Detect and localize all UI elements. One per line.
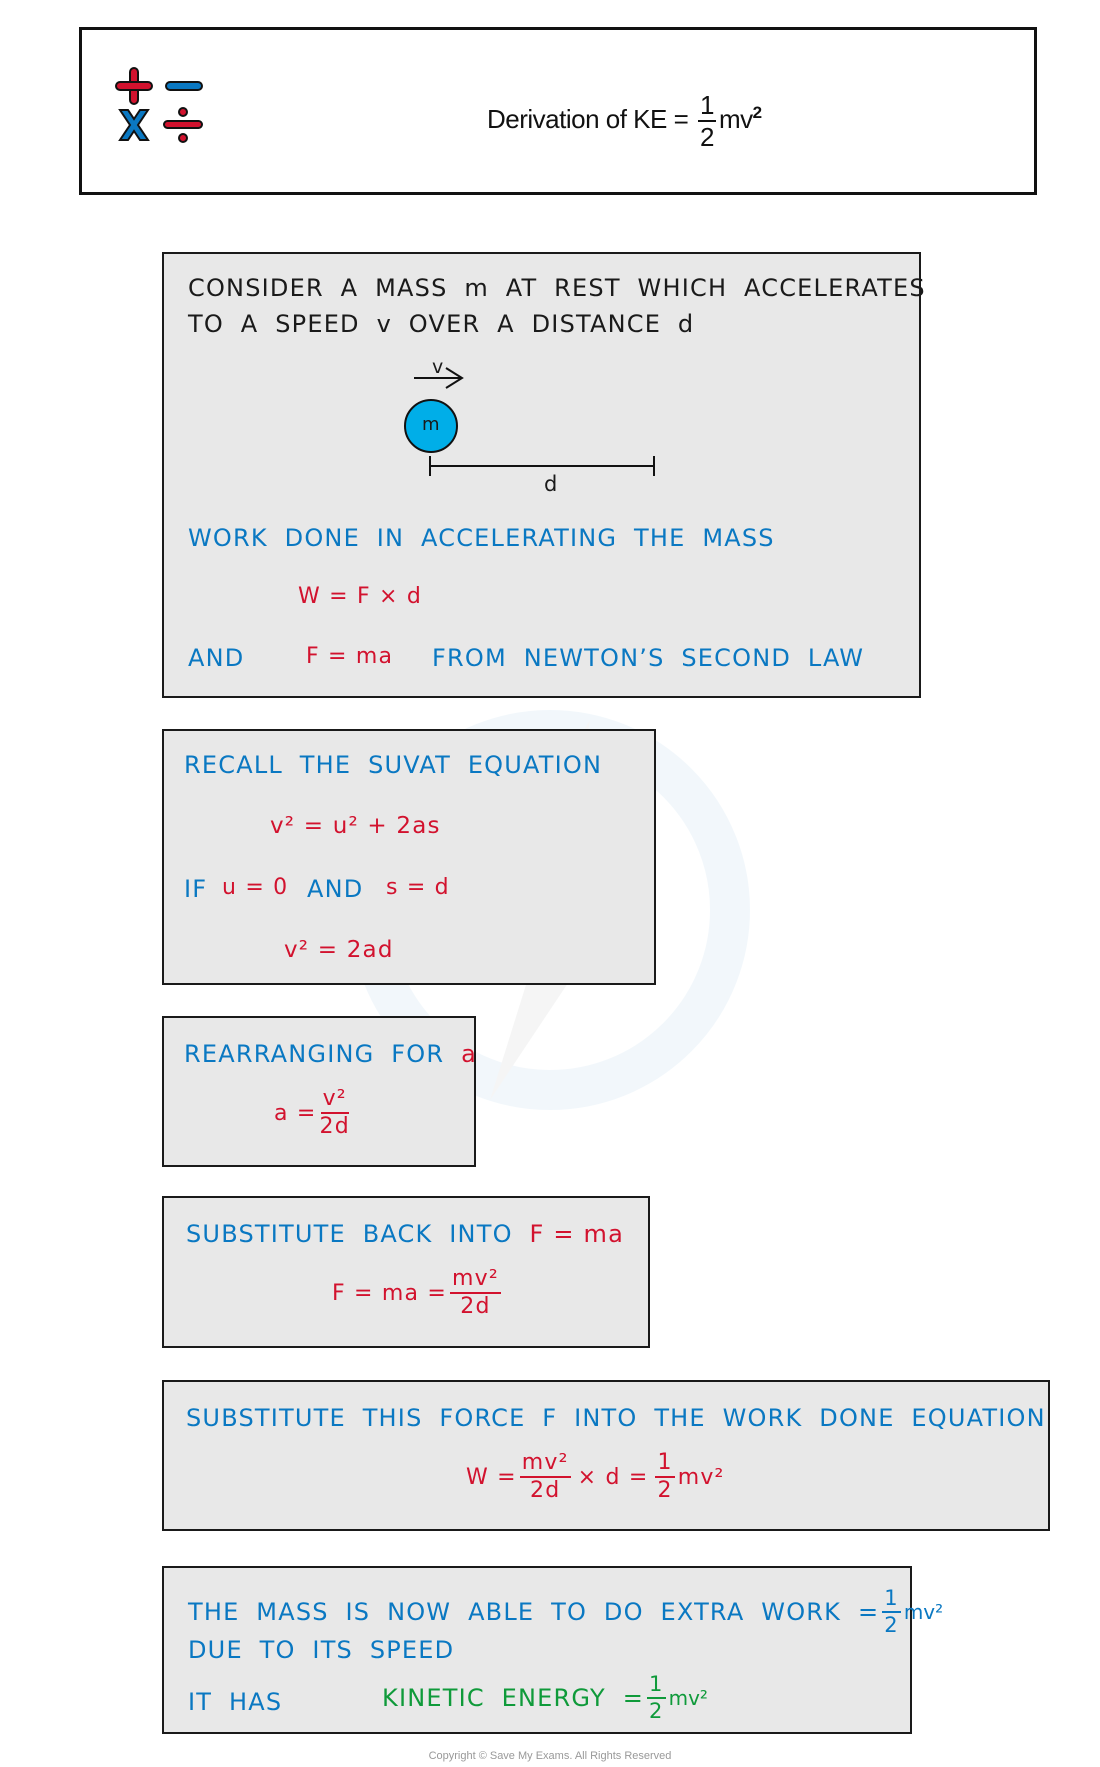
- fraction-numerator: mv²: [450, 1268, 501, 1294]
- if-label: IF: [184, 875, 208, 903]
- and-label-2: AND: [307, 875, 364, 903]
- newton-equation: F = ma: [306, 644, 394, 669]
- setup-line-1: CONSIDER A MASS m AT REST WHICH ACCELERA…: [188, 274, 926, 302]
- fraction-numerator: 1: [882, 1588, 901, 1613]
- and-label: AND: [188, 644, 245, 672]
- rearrange-heading-text: REARRANGING FOR: [184, 1040, 445, 1068]
- conclusion-text: THE MASS IS NOW ABLE TO DO EXTRA WORK =: [188, 1598, 880, 1626]
- fraction-denominator: 2: [700, 122, 714, 152]
- distance-label: d: [544, 472, 559, 496]
- equation-tail: mv²: [677, 1464, 725, 1490]
- fraction-numerator: v²: [320, 1088, 349, 1114]
- fraction-numerator: 1: [698, 90, 716, 122]
- substitute-back-text: SUBSTITUTE BACK INTO: [186, 1220, 513, 1248]
- rearrange-box: REARRANGING FOR a a = v² 2d: [162, 1016, 476, 1167]
- kinetic-energy-tail: mv²: [668, 1686, 708, 1710]
- equation-lhs: F = ma =: [332, 1280, 448, 1306]
- suvat-box: RECALL THE SUVAT EQUATION v² = u² + 2as …: [162, 729, 656, 985]
- conclusion-tail: mv²: [903, 1600, 944, 1624]
- conclusion-line-2: DUE TO ITS SPEED: [188, 1636, 455, 1664]
- equation-lhs: a =: [274, 1100, 317, 1126]
- setup-line-2: TO A SPEED v OVER A DISTANCE d: [188, 310, 695, 338]
- copyright-notice: Copyright © Save My Exams. All Rights Re…: [428, 1750, 672, 1762]
- work-result-equation: W = mv² 2d × d = 1 2 mv²: [466, 1452, 725, 1502]
- rearrange-variable: a: [461, 1040, 477, 1068]
- fraction: mv² 2d: [450, 1268, 501, 1318]
- newton-text: FROM NEWTON’S SECOND LAW: [432, 644, 865, 672]
- condition-s: s = d: [386, 875, 450, 900]
- kinetic-energy-equation: KINETIC ENERGY = 1 2 mv²: [382, 1674, 708, 1722]
- setup-box: CONSIDER A MASS m AT REST WHICH ACCELERA…: [162, 252, 925, 698]
- substitute-back-equation: F = ma: [529, 1220, 624, 1248]
- title-fraction: 1 2: [698, 92, 716, 150]
- fraction-denominator: 2: [884, 1613, 899, 1637]
- fraction-denominator: 2d: [530, 1478, 561, 1503]
- substitute-back-box: SUBSTITUTE BACK INTO F = ma F = ma = mv²…: [162, 1196, 650, 1348]
- conclusion-line-1: THE MASS IS NOW ABLE TO DO EXTRA WORK = …: [188, 1588, 943, 1636]
- conclusion-box: THE MASS IS NOW ABLE TO DO EXTRA WORK = …: [162, 1566, 943, 1734]
- page-title: Derivation of KE = 1 2 mv2: [487, 92, 762, 150]
- rearrange-heading: REARRANGING FOR a: [184, 1040, 477, 1068]
- fraction-1: mv² 2d: [519, 1452, 571, 1503]
- substitute-back-heading: SUBSTITUTE BACK INTO F = ma: [186, 1220, 624, 1248]
- suvat-heading: RECALL THE SUVAT EQUATION: [184, 751, 603, 779]
- velocity-label: v: [432, 356, 445, 378]
- title-suffix: mv: [718, 103, 753, 134]
- rearrange-equation: a = v² 2d: [274, 1088, 353, 1138]
- title-superscript: 2: [752, 103, 762, 123]
- equation-lhs: W =: [466, 1464, 517, 1490]
- title-banner: Derivation of KE = 1 2 mv2: [79, 27, 1037, 195]
- fraction-numerator: 1: [647, 1674, 666, 1699]
- fraction-denominator: 2d: [460, 1294, 491, 1319]
- fraction-numerator: mv²: [519, 1452, 571, 1478]
- fraction-denominator: 2: [649, 1699, 664, 1723]
- fraction: v² 2d: [320, 1088, 350, 1138]
- substitute-force-box: SUBSTITUTE THIS FORCE F INTO THE WORK DO…: [162, 1380, 1050, 1531]
- condition-u: u = 0: [222, 875, 289, 900]
- fraction-denominator: 2d: [319, 1114, 350, 1139]
- it-has-label: IT HAS: [188, 1688, 283, 1716]
- mass-label: m: [422, 414, 441, 435]
- suvat-equation: v² = u² + 2as: [270, 813, 441, 839]
- fraction-denominator: 2: [657, 1478, 673, 1503]
- fraction: 1 2: [647, 1674, 666, 1722]
- math-operators-icon: [115, 67, 203, 143]
- fraction: 1 2: [882, 1588, 901, 1636]
- fraction-2: 1 2: [655, 1452, 675, 1503]
- fraction-numerator: 1: [655, 1452, 675, 1478]
- substitute-force-heading: SUBSTITUTE THIS FORCE F INTO THE WORK DO…: [186, 1404, 1046, 1432]
- work-equation: W = F × d: [298, 584, 423, 609]
- suvat-result: v² = 2ad: [284, 937, 394, 963]
- kinetic-energy-label: KINETIC ENERGY =: [382, 1684, 645, 1712]
- work-heading: WORK DONE IN ACCELERATING THE MASS: [188, 524, 775, 552]
- equation-middle: × d =: [577, 1464, 649, 1490]
- force-equation: F = ma = mv² 2d: [332, 1268, 504, 1318]
- title-prefix: Derivation of KE =: [487, 103, 689, 134]
